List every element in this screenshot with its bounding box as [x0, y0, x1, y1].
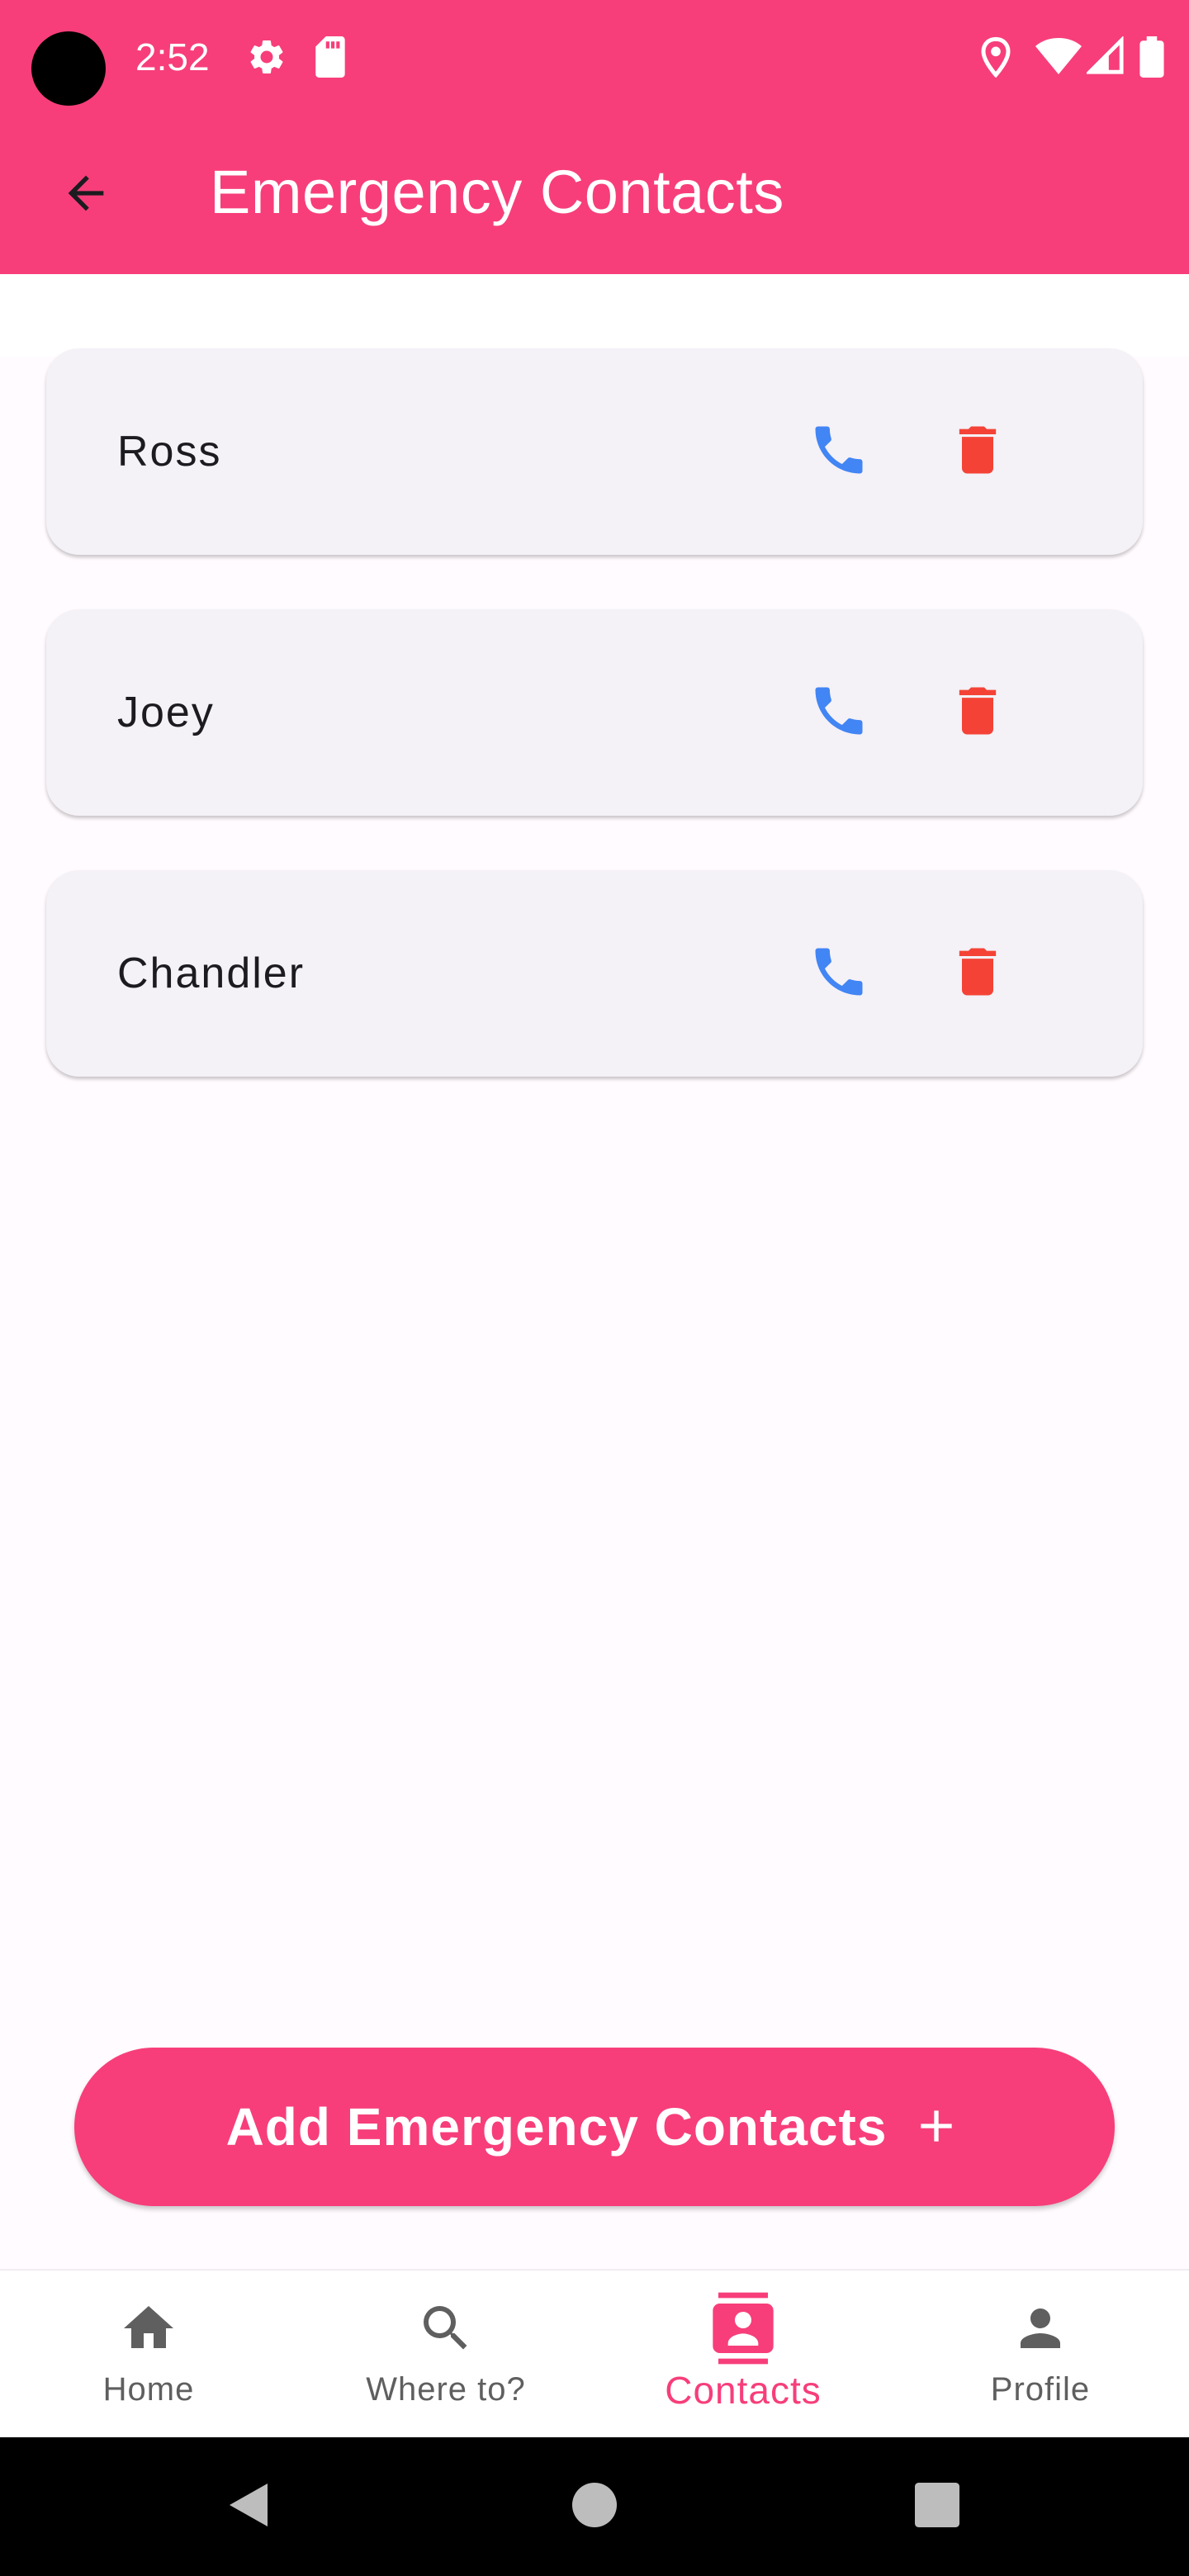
battery-icon [1139, 36, 1164, 82]
plus-icon [910, 2100, 963, 2155]
nav-label: Contacts [665, 2369, 822, 2412]
nav-label: Profile [990, 2371, 1091, 2408]
system-home-button[interactable] [553, 2437, 636, 2576]
trash-icon [946, 940, 1009, 1007]
phone-icon [808, 419, 870, 485]
sd-card-icon [312, 36, 350, 82]
contact-name: Ross [117, 428, 222, 476]
recents-square-icon [915, 2482, 959, 2531]
call-button[interactable] [789, 663, 888, 762]
trash-icon [946, 419, 1009, 485]
page-title: Emergency Contacts [210, 158, 784, 226]
system-recents-button[interactable] [896, 2437, 978, 2576]
home-circle-icon [572, 2482, 617, 2531]
contact-name: Chandler [117, 949, 306, 997]
nav-label: Where to? [366, 2371, 526, 2408]
contacts-icon [710, 2292, 776, 2365]
camera-cutout [31, 31, 106, 106]
location-icon [979, 36, 1012, 82]
system-back-button[interactable] [206, 2437, 289, 2576]
app-bar: Emergency Contacts [0, 116, 1189, 274]
add-emergency-contacts-button[interactable]: Add Emergency Contacts [74, 2048, 1115, 2206]
nav-item-where-to[interactable]: Where to? [297, 2271, 594, 2437]
back-button[interactable] [46, 155, 126, 234]
add-button-label: Add Emergency Contacts [225, 2097, 888, 2157]
contact-card[interactable]: Joey [46, 609, 1143, 816]
nav-item-profile[interactable]: Profile [892, 2271, 1189, 2437]
nav-label: Home [102, 2371, 195, 2408]
content-top-strip [0, 274, 1189, 357]
delete-button[interactable] [928, 663, 1027, 762]
home-icon [119, 2295, 178, 2361]
contact-card[interactable]: Ross [46, 348, 1143, 555]
contacts-list: Ross Joey Chandler [46, 348, 1143, 1131]
status-bar: 2:52 [0, 0, 1189, 116]
delete-button[interactable] [928, 402, 1027, 501]
call-button[interactable] [789, 924, 888, 1023]
nav-item-home[interactable]: Home [0, 2271, 297, 2437]
bottom-navigation: Home Where to? Contacts Profile [0, 2269, 1189, 2437]
phone-icon [808, 940, 870, 1007]
system-navigation-bar [0, 2437, 1189, 2576]
contact-card[interactable]: Chandler [46, 870, 1143, 1077]
search-icon [416, 2295, 476, 2361]
signal-icon [1085, 36, 1125, 80]
trash-icon [946, 680, 1009, 746]
delete-button[interactable] [928, 924, 1027, 1023]
call-button[interactable] [789, 402, 888, 501]
contact-name: Joey [117, 689, 215, 736]
settings-icon [246, 36, 287, 82]
nav-item-contacts[interactable]: Contacts [594, 2271, 892, 2437]
person-icon [1011, 2295, 1070, 2361]
status-time: 2:52 [135, 36, 210, 78]
wifi-icon [1035, 36, 1082, 80]
phone-icon [808, 680, 870, 746]
back-triangle-icon [225, 2480, 271, 2534]
arrow-back-icon [59, 167, 112, 224]
app-header: 2:52 Emergency Contacts [0, 0, 1189, 274]
